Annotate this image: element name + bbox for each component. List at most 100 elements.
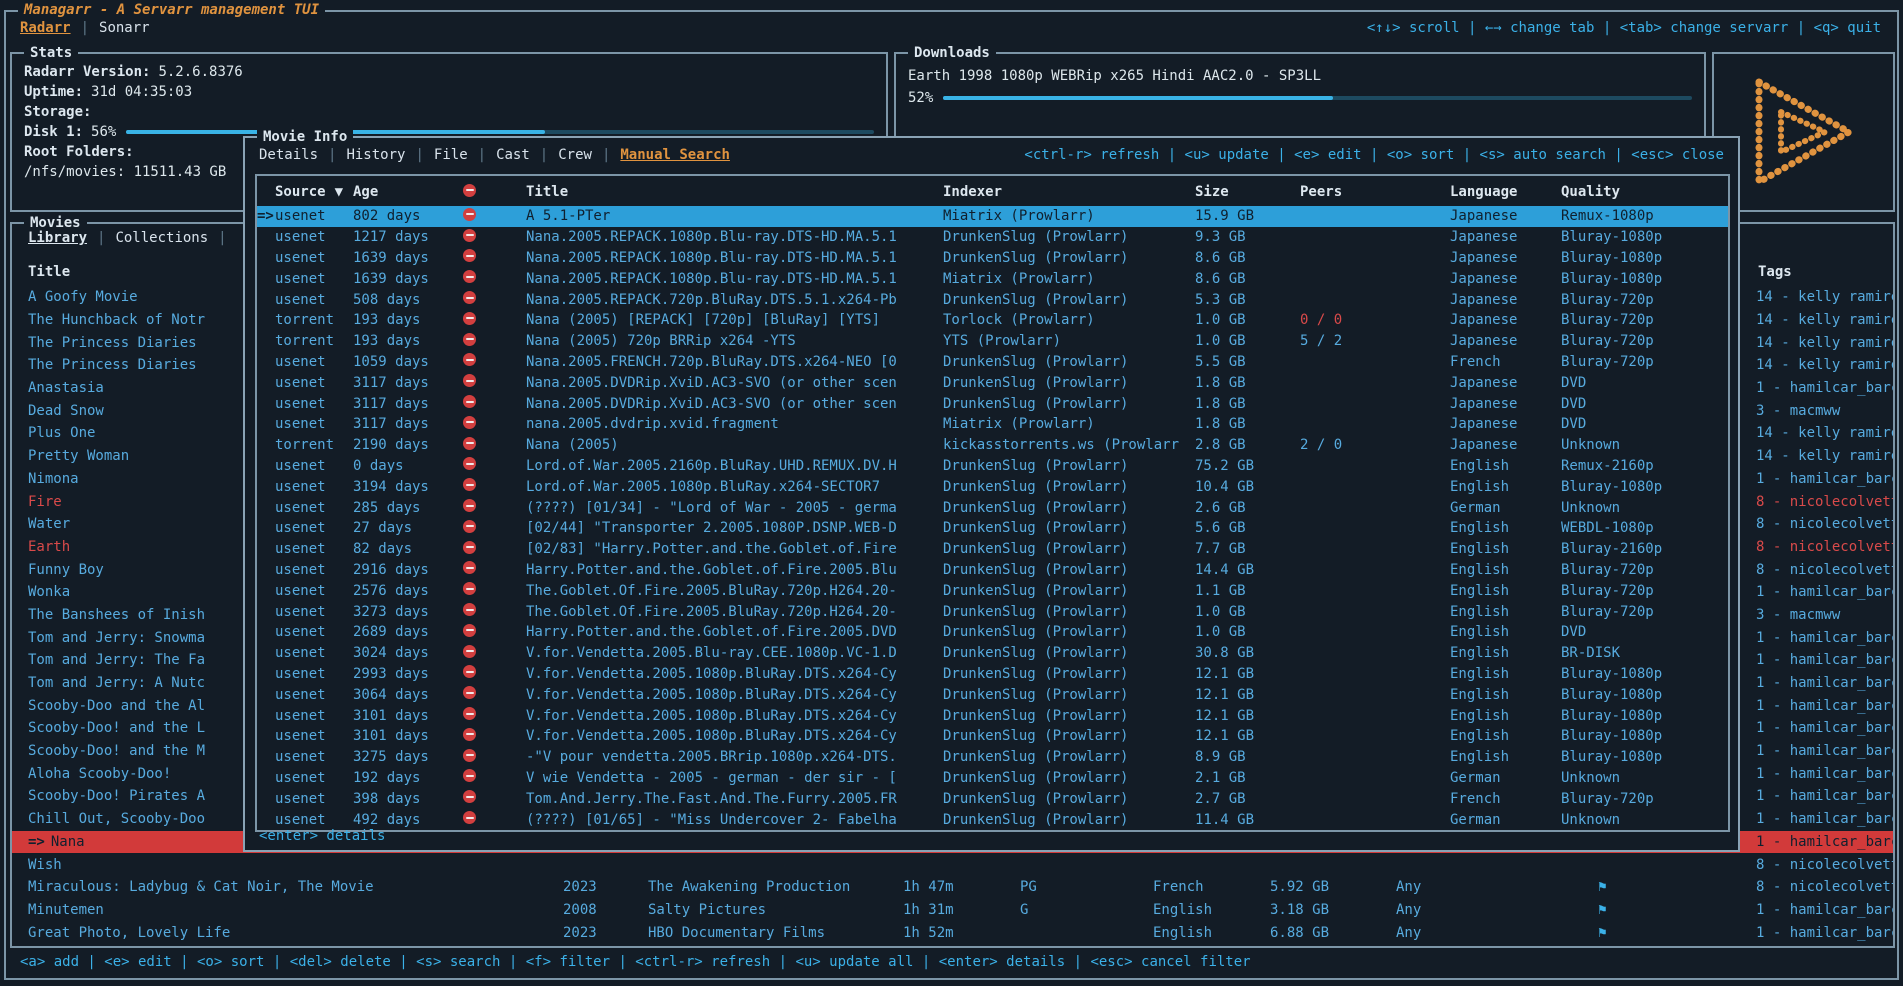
movie-row[interactable]: Great Photo, Lovely Life 2023 HBO Docume… <box>12 921 1893 944</box>
download-item: Earth 1998 1080p WEBRip x265 Hindi AAC2.… <box>908 66 1692 86</box>
release-row[interactable]: usenet 3194 days Lord.of.War.2005.1080p.… <box>257 476 1728 497</box>
modal-keybindings: <ctrl-r> refresh | <u> update | <e> edit… <box>1024 147 1724 163</box>
release-row[interactable]: usenet 3273 days The.Goblet.Of.Fire.2005… <box>257 601 1728 622</box>
release-title: (????) [01/34] - "Lord of War - 2005 - g… <box>526 500 943 516</box>
rejected-icon <box>463 603 476 616</box>
release-indexer: DrunkenSlug (Prowlarr) <box>943 687 1195 703</box>
release-row[interactable]: usenet 2993 days V.for.Vendetta.2005.108… <box>257 664 1728 685</box>
modal-tab[interactable]: History <box>318 147 405 163</box>
release-size: 2.7 GB <box>1195 791 1300 807</box>
release-row[interactable]: usenet 1639 days Nana.2005.REPACK.1080p.… <box>257 268 1728 289</box>
storage-label: Storage: <box>24 102 874 122</box>
release-row[interactable]: usenet 2576 days The.Goblet.Of.Fire.2005… <box>257 580 1728 601</box>
release-row[interactable]: usenet 82 days [02/83] "Harry.Potter.and… <box>257 539 1728 560</box>
modal-tab[interactable]: Crew <box>530 147 592 163</box>
release-indexer: DrunkenSlug (Prowlarr) <box>943 583 1195 599</box>
release-row[interactable]: usenet 3117 days Nana.2005.DVDRip.XviD.A… <box>257 372 1728 393</box>
release-age: 82 days <box>353 541 463 557</box>
release-row[interactable]: usenet 285 days (????) [01/34] - "Lord o… <box>257 497 1728 518</box>
release-quality: Bluray-1080p <box>1561 479 1728 495</box>
release-row[interactable]: usenet 3275 days -"V pour vendetta.2005.… <box>257 747 1728 768</box>
release-row[interactable]: torrent 193 days Nana (2005) [REPACK] [7… <box>257 310 1728 331</box>
movie-tag: 1 - hamilcar_barca <box>1756 743 1893 759</box>
disk-usage-gauge <box>126 130 874 134</box>
movie-row[interactable]: Minutemen 2008 Salty Pictures 1h 31m G E… <box>12 899 1893 922</box>
movie-row[interactable]: Wish 8 - nicolecolvett <box>12 853 1893 876</box>
modal-tabs: Details History File Cast Crew Manual Se… <box>259 147 730 163</box>
release-indexer: DrunkenSlug (Prowlarr) <box>943 479 1195 495</box>
managarr-screen: Managarr - A Servarr management TUI Rada… <box>0 0 1903 986</box>
release-row[interactable]: usenet 2689 days Harry.Potter.and.the.Go… <box>257 622 1728 643</box>
release-row[interactable]: usenet 1059 days Nana.2005.FRENCH.720p.B… <box>257 352 1728 373</box>
movies-tabs: Library Collections <box>28 230 227 246</box>
release-language: Japanese <box>1450 416 1561 432</box>
movie-title: Tom and Jerry: Snowma <box>28 630 205 646</box>
release-age: 3101 days <box>353 728 463 744</box>
release-size: 2.8 GB <box>1195 437 1300 453</box>
modal-tab[interactable]: File <box>405 147 467 163</box>
release-indexer: DrunkenSlug (Prowlarr) <box>943 292 1195 308</box>
release-indexer: kickasstorrents.ws (Prowlarr <box>943 437 1195 453</box>
release-source: usenet <box>275 396 353 412</box>
release-row[interactable]: usenet 0 days Lord.of.War.2005.2160p.Blu… <box>257 456 1728 477</box>
rejected-icon <box>463 353 476 366</box>
movie-tag: 1 - hamilcar_barca <box>1756 834 1893 850</box>
movie-tag: 14 - kelly ramirez <box>1756 448 1893 464</box>
servarr-tab[interactable]: Sonarr <box>71 20 150 36</box>
release-row[interactable]: usenet 508 days Nana.2005.REPACK.720p.Bl… <box>257 289 1728 310</box>
modal-tab[interactable]: Cast <box>468 147 530 163</box>
release-row[interactable]: usenet 2916 days Harry.Potter.and.the.Go… <box>257 560 1728 581</box>
release-row[interactable]: usenet 398 days Tom.And.Jerry.The.Fast.A… <box>257 788 1728 809</box>
release-row[interactable]: usenet 1639 days Nana.2005.REPACK.1080p.… <box>257 248 1728 269</box>
release-quality: Bluray-1080p <box>1561 229 1728 245</box>
release-quality: Bluray-1080p <box>1561 728 1728 744</box>
release-row[interactable]: usenet 3117 days nana.2005.dvdrip.xvid.f… <box>257 414 1728 435</box>
release-indexer: DrunkenSlug (Prowlarr) <box>943 562 1195 578</box>
modal-tab[interactable]: Details <box>259 147 318 163</box>
movie-tag: 14 - kelly ramirez <box>1756 335 1893 351</box>
release-age: 3101 days <box>353 708 463 724</box>
release-row[interactable]: usenet 3101 days V.for.Vendetta.2005.108… <box>257 705 1728 726</box>
movie-tag: 8 - nicolecolvett <box>1756 494 1893 510</box>
release-row[interactable]: usenet 1217 days Nana.2005.REPACK.1080p.… <box>257 227 1728 248</box>
release-row[interactable]: usenet 492 days (????) [01/65] - "Miss U… <box>257 809 1728 830</box>
movie-title: Wish <box>28 857 62 873</box>
release-title: V wie Vendetta - 2005 - german - der sir… <box>526 770 943 786</box>
release-row[interactable]: usenet 3117 days Nana.2005.DVDRip.XviD.A… <box>257 393 1728 414</box>
movies-tab[interactable]: Collections <box>87 230 227 246</box>
servarr-tab[interactable]: Radarr <box>20 20 71 36</box>
movie-tag: 1 - hamilcar_barca <box>1756 471 1893 487</box>
release-quality: Bluray-1080p <box>1561 708 1728 724</box>
movies-title-header: Title <box>28 264 70 280</box>
release-source: usenet <box>275 770 353 786</box>
release-row[interactable]: torrent 2190 days Nana (2005) kickasstor… <box>257 435 1728 456</box>
release-language: English <box>1450 708 1561 724</box>
rejected-icon <box>463 270 476 283</box>
rejected-icon <box>463 291 476 304</box>
release-language: English <box>1450 520 1561 536</box>
release-title: [02/83] "Harry.Potter.and.the.Goblet.of.… <box>526 541 943 557</box>
release-row[interactable]: usenet 27 days [02/44] "Transporter 2.20… <box>257 518 1728 539</box>
movie-size: 3.18 GB <box>1270 902 1396 918</box>
rejected-icon <box>463 686 476 699</box>
rejected-icon <box>463 437 476 450</box>
servarr-tabs: Radarr Sonarr <box>20 20 150 36</box>
movie-language: English <box>1153 925 1270 941</box>
release-row[interactable]: usenet 3101 days V.for.Vendetta.2005.108… <box>257 726 1728 747</box>
release-row[interactable]: torrent 193 days Nana (2005) 720p BRRip … <box>257 331 1728 352</box>
movie-title: Earth <box>28 539 70 555</box>
release-source: usenet <box>275 562 353 578</box>
rejected-icon <box>463 561 476 574</box>
release-source: usenet <box>275 687 353 703</box>
release-row[interactable]: usenet 3064 days V.for.Vendetta.2005.108… <box>257 684 1728 705</box>
movies-tab[interactable]: Library <box>28 230 87 246</box>
release-row[interactable]: usenet 3024 days V.for.Vendetta.2005.Blu… <box>257 643 1728 664</box>
movie-row[interactable]: Miraculous: Ladybug & Cat Noir, The Movi… <box>12 876 1893 899</box>
release-row[interactable]: usenet 192 days V wie Vendetta - 2005 - … <box>257 768 1728 789</box>
movie-tag: 14 - kelly ramirez <box>1756 357 1893 373</box>
release-size: 2.1 GB <box>1195 770 1300 786</box>
release-source: usenet <box>275 604 353 620</box>
movie-title: Aloha Scooby-Doo! <box>28 766 171 782</box>
release-row[interactable]: => usenet 802 days A 5.1-PTer Miatrix (P… <box>257 206 1728 227</box>
modal-tab[interactable]: Manual Search <box>592 147 730 163</box>
